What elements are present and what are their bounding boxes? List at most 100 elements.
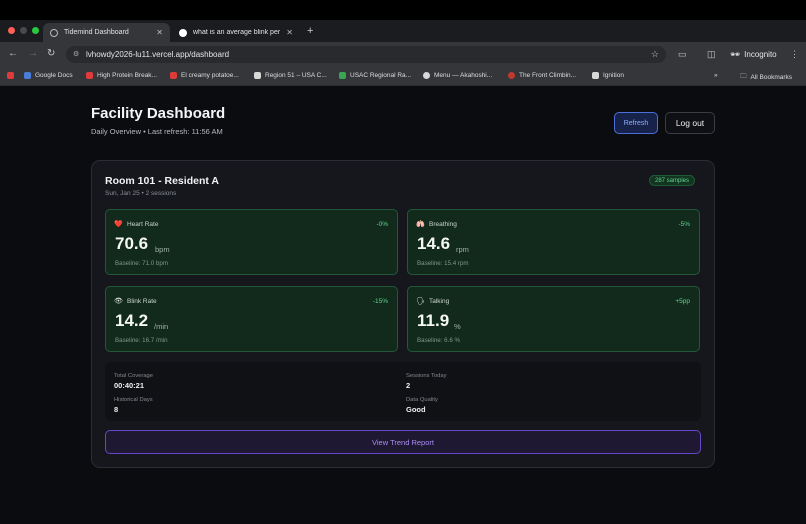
globe-icon: [50, 28, 58, 37]
tab-title: what is an average blink per: [193, 29, 281, 36]
bookmark-item[interactable]: The Front Climbin...: [508, 72, 576, 79]
total-coverage-value: 00:40:21: [114, 381, 145, 390]
metric-label: Heart Rate: [127, 221, 159, 228]
tab-google-search[interactable]: what is an average blink per ✕: [172, 23, 300, 42]
extensions-icon[interactable]: ◫: [707, 49, 716, 60]
metric-delta: +5pp: [675, 298, 690, 305]
metric-delta: -15%: [372, 298, 388, 305]
climbing-icon: [508, 72, 515, 79]
metric-value: 14.6: [417, 234, 451, 253]
site-settings-icon[interactable]: ⚙: [73, 50, 79, 58]
bookmark-item[interactable]: El creamy potatoe...: [170, 72, 239, 79]
metric-baseline: Baseline: 16.7 /min: [115, 337, 168, 344]
historical-days-value: 8: [114, 405, 119, 414]
bookmark-item[interactable]: Menu — Akahoshi...: [423, 72, 492, 79]
historical-days-label: Historical Days: [114, 397, 153, 403]
bookmark-star-icon[interactable]: ☆: [651, 49, 659, 60]
data-quality-value: Good: [406, 405, 426, 414]
folder-icon: 🗀: [740, 73, 747, 80]
reload-icon[interactable]: ↻: [47, 48, 55, 59]
bookmark-label: Menu — Akahoshi...: [434, 72, 493, 79]
youtube-icon: [86, 72, 93, 79]
close-tab-icon[interactable]: ✕: [156, 28, 163, 37]
metric-label: Talking: [429, 298, 450, 305]
total-coverage-label: Total Coverage: [114, 373, 153, 379]
heart-icon: ❤️: [114, 221, 123, 228]
summary-stats-panel: Total Coverage 00:40:21 Sessions Today 2…: [105, 362, 701, 421]
bookmark-label: Google Docs: [35, 72, 73, 79]
ignition-icon: [592, 72, 599, 79]
metric-label: Blink Rate: [127, 298, 157, 305]
metric-breathing: 🫁 Breathing -5% 14.6 rpm Baseline: 15.4 …: [407, 209, 700, 275]
view-trend-report-button[interactable]: View Trend Report: [105, 430, 701, 454]
youtube-icon: [170, 72, 177, 79]
google-icon: [179, 28, 187, 37]
bookmark-item[interactable]: Region 51 – USA C...: [254, 72, 327, 79]
new-tab-icon[interactable]: +: [307, 25, 313, 37]
back-icon[interactable]: ←: [8, 48, 18, 59]
address-bar[interactable]: ⚙ lvhowdy2026-lu11.vercel.app/dashboard …: [66, 46, 666, 63]
tab-tidemind-dashboard[interactable]: Tidemind Dashboard ✕: [43, 23, 170, 42]
metric-baseline: Baseline: 15.4 rpm: [417, 260, 469, 267]
lungs-icon: 🫁: [416, 221, 425, 228]
metric-delta: -5%: [678, 221, 690, 228]
metric-unit: /min: [154, 322, 169, 331]
bookmark-label: USAC Regional Ra...: [350, 72, 412, 79]
bookmark-item[interactable]: Google Docs: [24, 72, 73, 79]
data-quality-label: Data Quality: [406, 397, 438, 403]
refresh-button[interactable]: Refresh: [614, 112, 658, 134]
region-icon: [254, 72, 261, 79]
docs-icon: [24, 72, 31, 79]
all-bookmarks[interactable]: 🗀 All Bookmarks: [740, 72, 792, 83]
metric-value: 11.9: [417, 311, 450, 330]
bookmark-item[interactable]: USAC Regional Ra...: [339, 72, 411, 79]
bookmark-label: Ignition: [603, 72, 624, 79]
eye-icon: 👁: [114, 298, 123, 305]
bookmark-youtube[interactable]: [7, 72, 14, 79]
close-window-icon[interactable]: [8, 27, 15, 34]
metric-value: 14.2: [115, 311, 149, 330]
incognito-indicator[interactable]: 🕶 Incognito: [724, 47, 783, 62]
metric-delta: -0%: [376, 221, 388, 228]
metric-value: 70.6: [115, 234, 149, 253]
room-title: Room 101 - Resident A: [105, 175, 219, 187]
sessions-today-label: Sessions Today: [406, 373, 447, 379]
more-menu-icon[interactable]: ⋮: [790, 49, 799, 60]
bookmark-label: High Protein Break...: [97, 72, 157, 79]
metric-blink-rate: 👁 Blink Rate -15% 14.2 /min Baseline: 16…: [105, 286, 398, 352]
page-title: Facility Dashboard: [91, 105, 226, 122]
bookmark-item[interactable]: Ignition: [592, 72, 624, 79]
metric-unit: %: [454, 322, 461, 331]
bookmark-label: The Front Climbin...: [519, 72, 577, 79]
youtube-icon: [7, 72, 14, 79]
cast-icon[interactable]: ▭: [678, 49, 687, 60]
forward-icon[interactable]: →: [28, 48, 38, 59]
speaking-head-icon: 🗣: [416, 298, 425, 305]
usac-icon: [339, 72, 346, 79]
close-tab-icon[interactable]: ✕: [286, 28, 293, 37]
metric-baseline: Baseline: 71.0 bpm: [115, 260, 168, 267]
bookmark-label: El creamy potatoe...: [181, 72, 239, 79]
tab-title: Tidemind Dashboard: [64, 29, 129, 36]
metric-unit: rpm: [456, 245, 469, 254]
bookmark-label: Region 51 – USA C...: [265, 72, 327, 79]
bookmarks-overflow-icon[interactable]: »: [714, 72, 718, 79]
menu-icon: [423, 72, 430, 79]
page-subtitle: Daily Overview • Last refresh: 11:56 AM: [91, 127, 223, 136]
screen-top-bar: [0, 0, 806, 20]
url-text: lvhowdy2026-lu11.vercel.app/dashboard: [86, 50, 230, 59]
minimize-window-icon[interactable]: [20, 27, 27, 34]
metric-unit: bpm: [155, 245, 170, 254]
maximize-window-icon[interactable]: [32, 27, 39, 34]
room-subtitle: Sun, Jan 25 • 2 sessions: [105, 190, 177, 197]
incognito-label: Incognito: [744, 50, 777, 59]
metric-heart-rate: ❤️ Heart Rate -0% 70.6 bpm Baseline: 71.…: [105, 209, 398, 275]
metric-label: Breathing: [429, 221, 457, 228]
all-bookmarks-label: All Bookmarks: [750, 74, 793, 81]
incognito-icon: 🕶: [730, 50, 741, 59]
metric-baseline: Baseline: 6.6 %: [417, 337, 460, 344]
bookmark-item[interactable]: High Protein Break...: [86, 72, 157, 79]
samples-badge: 287 samples: [649, 175, 696, 186]
logout-button[interactable]: Log out: [665, 112, 715, 134]
metric-talking: 🗣 Talking +5pp 11.9 % Baseline: 6.6 %: [407, 286, 700, 352]
